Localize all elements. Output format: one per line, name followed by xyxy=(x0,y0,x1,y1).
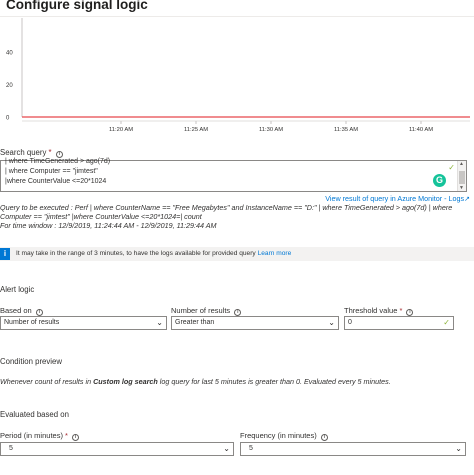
x-tick-label: 11:35 AM xyxy=(334,127,358,133)
based-on-label-text: Based on xyxy=(0,306,32,315)
x-tick-label: 11:25 AM xyxy=(184,127,208,133)
info-circle-icon[interactable]: i xyxy=(406,309,414,316)
check-icon: ✓ xyxy=(448,163,455,172)
number-of-results-label: Number of results i xyxy=(171,306,242,316)
info-circle-icon[interactable]: i xyxy=(320,434,328,441)
evaluated-heading: Evaluated based on xyxy=(0,410,69,419)
check-icon: ✓ xyxy=(443,318,450,327)
number-of-results-select[interactable]: Greater than ⌄ xyxy=(171,316,339,330)
threshold-input[interactable]: 0 ✓ xyxy=(344,316,454,330)
info-circle-icon[interactable]: i xyxy=(234,309,242,316)
period-label: Period (in minutes) * i xyxy=(0,431,80,441)
x-tick-label: 11:30 AM xyxy=(259,127,283,133)
frequency-label: Frequency (in minutes) i xyxy=(240,431,328,441)
executed-query-line: Computer == "jimtest" |where CounterValu… xyxy=(0,212,202,221)
chevron-down-icon: ⌄ xyxy=(223,444,230,453)
threshold-label: Threshold value * i xyxy=(344,306,414,316)
condition-preview-heading: Condition preview xyxy=(0,357,62,366)
condition-text-before: Whenever count of results in xyxy=(0,377,94,386)
based-on-value: Number of results xyxy=(4,319,60,326)
condition-text-after: log query for last 5 minutes is greater … xyxy=(157,377,391,386)
y-tick-label: 40 xyxy=(6,51,13,57)
view-result-link[interactable]: View result of query in Azure Monitor - … xyxy=(325,194,470,203)
alert-logic-heading: Alert logic xyxy=(0,285,35,294)
period-value: 5 xyxy=(9,445,13,452)
period-select[interactable]: 5 ⌄ xyxy=(0,442,234,456)
title-divider xyxy=(0,16,474,17)
period-label-text: Period (in minutes) xyxy=(0,431,63,440)
threshold-label-text: Threshold value xyxy=(344,306,398,315)
chevron-down-icon: ⌄ xyxy=(455,444,462,453)
y-tick-label: 0 xyxy=(6,116,10,122)
number-of-results-value: Greater than xyxy=(175,319,215,326)
condition-text-bold: Custom log search xyxy=(93,377,158,386)
info-circle-icon[interactable]: i xyxy=(72,434,80,441)
number-of-results-label-text: Number of results xyxy=(171,306,231,315)
search-query-textarea[interactable]: | where TimeGenerated > ago(7d) | where … xyxy=(0,158,467,192)
search-query-label: Search query * i xyxy=(0,148,63,158)
threshold-value: 0 xyxy=(348,319,352,326)
learn-more-link[interactable]: Learn more xyxy=(258,250,292,257)
y-tick-label: 20 xyxy=(6,83,13,89)
scrollbar-thumb[interactable] xyxy=(459,171,465,184)
required-marker: * xyxy=(48,148,52,157)
query-line: | where TimeGenerated > ago(7d) xyxy=(5,158,111,165)
info-banner-message: It may take in the range of 3 minutes, t… xyxy=(16,250,256,257)
info-circle-icon[interactable]: i xyxy=(35,309,43,316)
based-on-select[interactable]: Number of results ⌄ xyxy=(0,316,167,330)
x-tick-label: 11:20 AM xyxy=(109,127,133,133)
required-marker: * xyxy=(65,431,68,440)
chevron-down-icon: ⌄ xyxy=(328,318,335,327)
query-line: |where CounterValue <=20*1024 xyxy=(5,178,107,185)
condition-preview-text: Whenever count of results in Custom log … xyxy=(0,377,391,386)
search-query-label-text: Search query xyxy=(0,148,47,157)
based-on-label: Based on i xyxy=(0,306,43,316)
query-line: | where Computer == "jimtest" xyxy=(5,168,98,175)
page-title: Configure signal logic xyxy=(6,0,148,12)
scroll-up-icon[interactable]: ▲ xyxy=(459,161,464,167)
frequency-value: 5 xyxy=(249,445,253,452)
frequency-select[interactable]: 5 ⌄ xyxy=(240,442,466,456)
view-result-link-text: View result of query in Azure Monitor - … xyxy=(325,194,465,203)
scroll-down-icon[interactable]: ▼ xyxy=(459,185,464,191)
textarea-scrollbar[interactable]: ▲ ▼ xyxy=(457,161,466,191)
signal-chart: 40 20 0 11:20 AM 11:25 AM 11:30 AM 11:35 AM 11:… xyxy=(6,18,470,133)
info-banner: i It may take in the range of 3 minutes,… xyxy=(0,247,474,261)
grammarly-icon[interactable]: G xyxy=(433,174,446,187)
info-banner-text: It may take in the range of 3 minutes, t… xyxy=(16,250,291,257)
time-window: For time window : 12/9/2019, 11:24:44 AM… xyxy=(0,221,217,230)
executed-query-line: Query to be executed : Perf | where Coun… xyxy=(0,203,453,212)
info-circle-icon[interactable]: i xyxy=(55,151,63,158)
required-marker: * xyxy=(399,306,403,315)
x-tick-label: 11:40 AM xyxy=(409,127,433,133)
frequency-label-text: Frequency (in minutes) xyxy=(240,431,317,440)
info-icon: i xyxy=(0,248,10,260)
chevron-down-icon: ⌄ xyxy=(156,318,163,327)
external-link-icon: ↗ xyxy=(464,196,470,203)
